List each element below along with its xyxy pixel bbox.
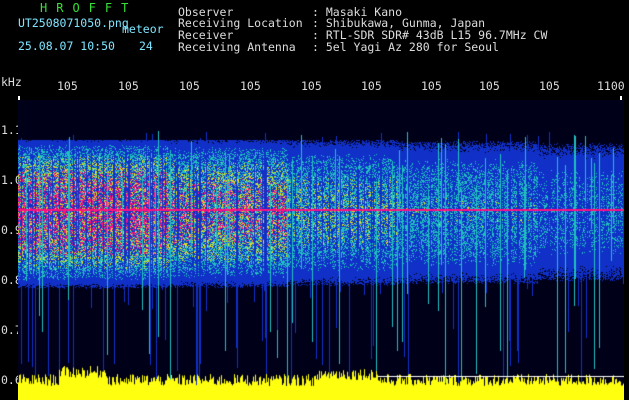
filename: UT2508071050.png — [18, 16, 129, 30]
hrofft-logo: HROFFT — [40, 1, 138, 15]
x-tick: 105 — [539, 79, 560, 93]
y-axis-unit: kHz — [1, 75, 22, 89]
x-tick: 105 — [57, 79, 78, 93]
x-tick: 105 — [361, 79, 382, 93]
count: 24 — [139, 39, 153, 53]
x-tick: 105 — [240, 79, 261, 93]
x-tick: 105 — [421, 79, 442, 93]
x-tick: 105 — [118, 79, 139, 93]
program-name: meteor — [122, 22, 164, 36]
antenna-label: Receiving Antenna — [178, 40, 296, 54]
x-tick: 105 — [479, 79, 500, 93]
spectrogram — [18, 100, 624, 400]
hrofft-screen: HROFFT UT2508071050.png meteor 25.08.07 … — [0, 0, 629, 400]
x-tick: 105 — [301, 79, 322, 93]
x-tick: 1100 — [597, 79, 625, 93]
waterfall-canvas — [18, 100, 624, 400]
datetime: 25.08.07 10:50 — [18, 39, 115, 53]
x-tick: 105 — [179, 79, 200, 93]
antenna-value: : 5el Yagi Az 280 for Seoul — [312, 40, 499, 54]
